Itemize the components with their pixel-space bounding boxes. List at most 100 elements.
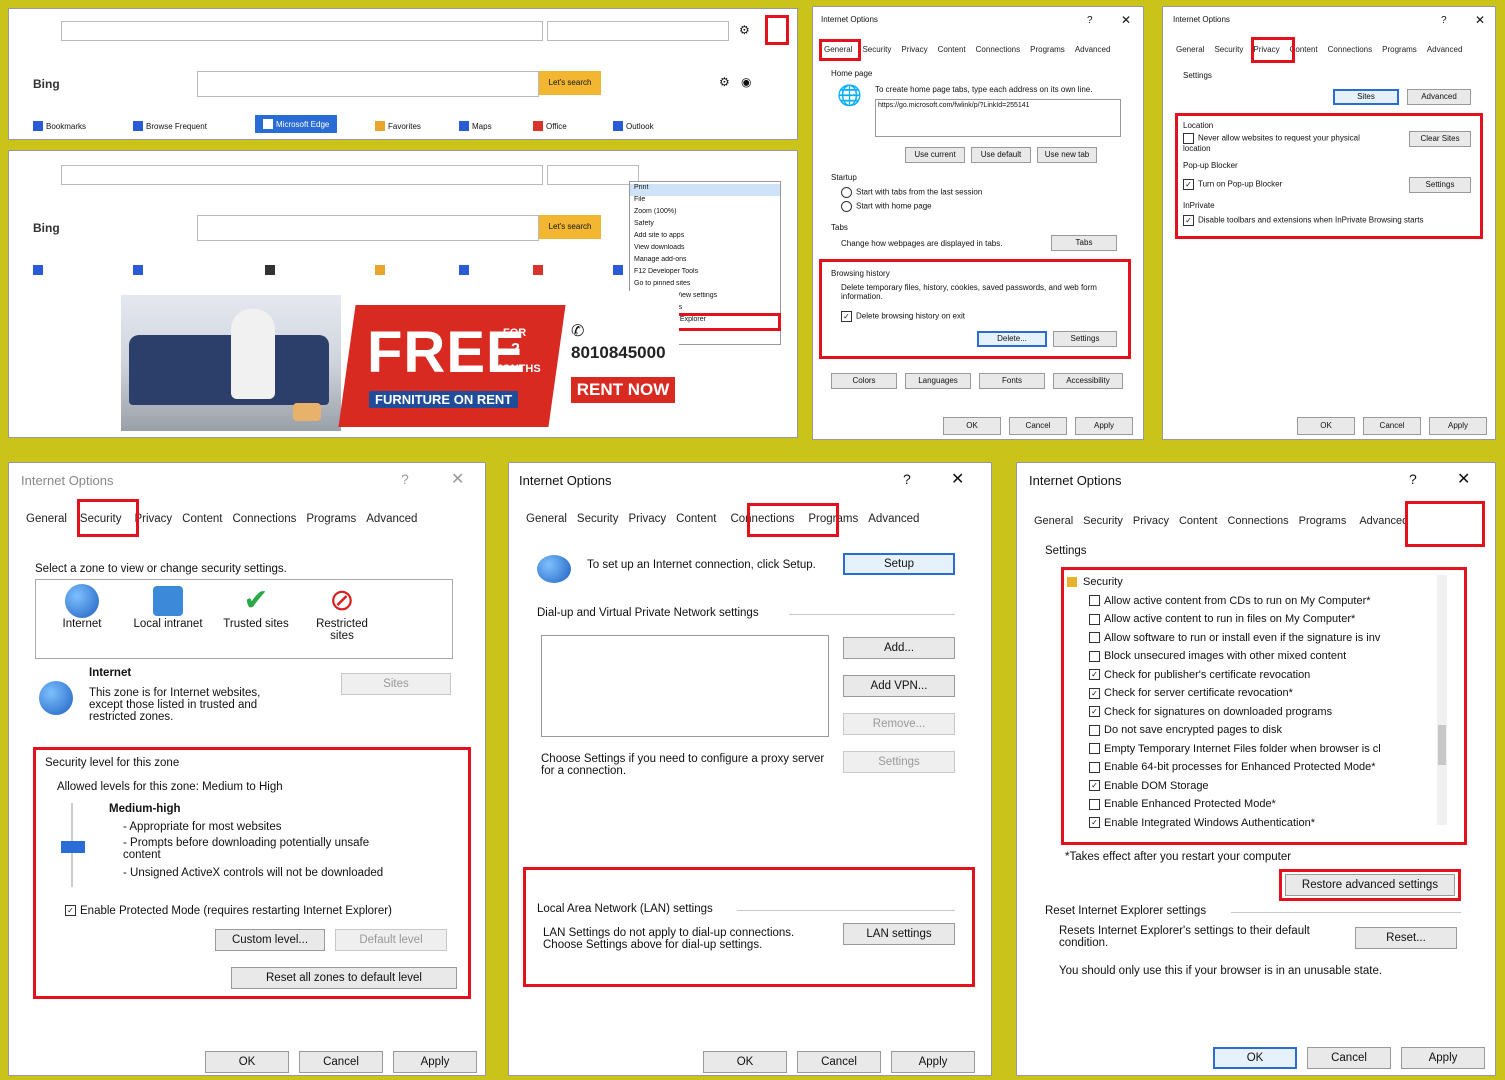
advanced-button[interactable]: Advanced — [1407, 89, 1471, 105]
home-url-box[interactable]: https://go.microsoft.com/fwlink/p/?LinkI… — [875, 99, 1121, 137]
tab-privacy[interactable]: Privacy — [623, 511, 671, 527]
cancel-button[interactable]: Cancel — [1307, 1047, 1391, 1069]
menu-item[interactable]: Add site to apps — [630, 232, 780, 244]
ok-button[interactable]: OK — [205, 1051, 289, 1073]
apply-button[interactable]: Apply — [1401, 1047, 1485, 1069]
zone-internet[interactable]: Internet — [42, 584, 122, 630]
menu-item[interactable]: File — [630, 196, 780, 208]
colors-button[interactable]: Colors — [831, 373, 897, 389]
tab-connections[interactable]: Connections — [227, 511, 301, 527]
setting-item[interactable]: ✓ Check for publisher's certificate revoc… — [1067, 666, 1461, 685]
add-vpn-button[interactable]: Add VPN... — [843, 675, 955, 697]
accessibility-button[interactable]: Accessibility — [1053, 373, 1123, 389]
tab-security[interactable]: Security — [857, 43, 896, 56]
delete-button[interactable]: Delete... — [977, 331, 1047, 347]
history-checkbox[interactable]: ✓ Delete browsing history on exit — [841, 311, 965, 322]
bing-search-input-2[interactable] — [197, 215, 539, 241]
zone-local-intranet[interactable]: Local intranet — [128, 584, 208, 630]
setting-item[interactable]: Block unsecured images with other mixed … — [1067, 647, 1461, 666]
ok-button[interactable]: OK — [703, 1051, 787, 1073]
cancel-button[interactable]: Cancel — [797, 1051, 881, 1073]
dialup-list[interactable] — [541, 635, 829, 737]
tab-security[interactable]: Security — [1209, 43, 1248, 56]
browser-search-box-2[interactable] — [547, 165, 639, 185]
setup-button[interactable]: Setup — [843, 553, 955, 575]
close-icon[interactable]: ✕ — [951, 469, 964, 489]
account-icon[interactable]: ◉ — [741, 75, 751, 89]
setting-checkbox[interactable] — [1089, 650, 1100, 662]
tab-advanced[interactable]: Advanced — [361, 511, 422, 527]
tab-content[interactable]: Content — [177, 511, 227, 527]
history-settings-button[interactable]: Settings — [1053, 331, 1117, 347]
gear-icon[interactable]: ⚙ — [739, 23, 750, 37]
add-button[interactable]: Add... — [843, 637, 955, 659]
settings-icon[interactable]: ⚙ — [719, 75, 730, 89]
bookmark-row-2-a[interactable] — [33, 265, 43, 275]
tabs-button[interactable]: Tabs — [1051, 235, 1117, 251]
fonts-button[interactable]: Fonts — [979, 373, 1045, 389]
setting-checkbox[interactable] — [1089, 724, 1100, 736]
setting-item[interactable]: Do not save encrypted pages to disk — [1067, 721, 1461, 740]
tab-programs[interactable]: Programs — [1025, 43, 1070, 56]
dialup-settings-button[interactable]: Settings — [843, 751, 955, 773]
popup-settings-button[interactable]: Settings — [1409, 177, 1471, 193]
cancel-button[interactable]: Cancel — [1363, 417, 1421, 435]
bookmark-row-2-e[interactable] — [459, 265, 469, 275]
tab-general[interactable]: General — [1029, 513, 1078, 529]
advanced-settings-list[interactable]: Security Allow active content from CDs t… — [1067, 573, 1461, 835]
help-icon[interactable]: ? — [903, 471, 911, 487]
bookmark-4[interactable]: Favorites — [375, 121, 421, 131]
ad-banner[interactable]: FREE FOR 2 MONTHS FURNITURE ON RENT ✆ 80… — [119, 291, 679, 435]
bookmark-row-2-f[interactable] — [533, 265, 543, 275]
setting-item[interactable]: ✓ Enable Integrated Windows Authenticatio… — [1067, 814, 1461, 833]
tab-advanced[interactable]: Advanced — [1070, 43, 1116, 56]
apply-button[interactable]: Apply — [393, 1051, 477, 1073]
ok-button[interactable]: OK — [1213, 1047, 1297, 1069]
setting-checkbox[interactable]: ✓ — [1089, 817, 1100, 829]
reset-button[interactable]: Reset... — [1355, 927, 1457, 949]
use-default-button[interactable]: Use default — [971, 147, 1031, 163]
zone-trusted-sites[interactable]: ✔ Trusted sites — [216, 584, 296, 630]
ok-button[interactable]: OK — [1297, 417, 1355, 435]
reset-all-zones-button[interactable]: Reset all zones to default level — [231, 967, 457, 989]
bing-search-button-2[interactable]: Let's search — [539, 215, 601, 239]
menu-item[interactable]: F12 Developer Tools — [630, 268, 780, 280]
menu-item[interactable]: Print — [630, 184, 780, 196]
protected-mode-checkbox[interactable]: ✓ Enable Protected Mode (requires restart… — [65, 905, 392, 917]
bing-search-input[interactable] — [197, 71, 539, 97]
bookmark-row-2-c[interactable] — [265, 265, 275, 275]
ad-cta[interactable]: RENT NOW — [571, 377, 675, 403]
popup-checkbox[interactable]: ✓ Turn on Pop-up Blocker — [1183, 179, 1282, 190]
ok-button[interactable]: OK — [943, 417, 1001, 435]
security-slider-thumb[interactable] — [61, 841, 85, 853]
tab-general[interactable]: General — [1171, 43, 1209, 56]
use-new-tab-button[interactable]: Use new tab — [1037, 147, 1097, 163]
zone-list[interactable]: Internet Local intranet ✔ Trusted sites … — [35, 579, 453, 659]
bookmark-row-2-g[interactable] — [613, 265, 623, 275]
tab-security[interactable]: Security — [572, 511, 624, 527]
startup-opt2[interactable]: Start with home page — [841, 201, 932, 212]
scrollbar-thumb[interactable] — [1438, 725, 1446, 765]
setting-checkbox[interactable]: ✓ — [1089, 687, 1100, 699]
setting-item[interactable]: Enable Enhanced Protected Mode* — [1067, 795, 1461, 814]
setting-checkbox[interactable] — [1089, 632, 1100, 644]
setting-checkbox[interactable] — [1089, 743, 1100, 755]
tab-privacy[interactable]: Privacy — [896, 43, 932, 56]
bookmark-row-2-d[interactable] — [375, 265, 385, 275]
bookmark-row-2-b[interactable] — [133, 265, 143, 275]
setting-checkbox[interactable]: ✓ — [1089, 706, 1100, 718]
startup-opt1[interactable]: Start with tabs from the last session — [841, 187, 982, 198]
help-icon[interactable]: ? — [1409, 471, 1417, 487]
bing-search-button[interactable]: Let's search — [539, 71, 601, 95]
apply-button[interactable]: Apply — [891, 1051, 975, 1073]
close-icon[interactable]: ✕ — [1457, 469, 1470, 489]
setting-item[interactable]: Empty Temporary Internet Files folder wh… — [1067, 740, 1461, 759]
menu-item[interactable]: Manage add-ons — [630, 256, 780, 268]
address-bar-2[interactable] — [61, 165, 543, 185]
use-current-button[interactable]: Use current — [905, 147, 965, 163]
tab-connections[interactable]: Connections — [971, 43, 1025, 56]
tab-programs[interactable]: Programs — [301, 511, 361, 527]
setting-item[interactable]: Allow software to run or install even if… — [1067, 629, 1461, 648]
lan-settings-button[interactable]: LAN settings — [843, 923, 955, 945]
location-checkbox[interactable]: Never allow websites to request your phy… — [1183, 133, 1383, 153]
